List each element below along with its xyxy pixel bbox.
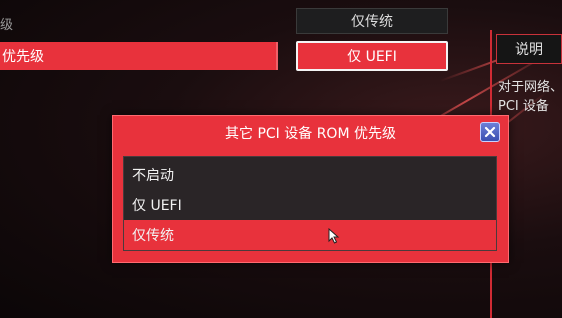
close-button[interactable] bbox=[480, 122, 500, 142]
help-text: 对于网络、 PCI 设备 bbox=[498, 80, 562, 114]
help-title: 说明 bbox=[496, 34, 562, 64]
setting-row-label: 优先级 bbox=[2, 49, 44, 65]
option-item-label: 仅传统 bbox=[132, 228, 174, 244]
option-item-legacy-only[interactable]: 仅传统 bbox=[124, 220, 496, 250]
option-dialog: 其它 PCI 设备 ROM 优先级 不启动 仅 UEFI 仅传统 bbox=[112, 115, 509, 263]
setting-value-label: 仅 UEFI bbox=[347, 49, 397, 65]
option-item-disabled[interactable]: 不启动 bbox=[124, 160, 496, 190]
option-item-uefi-only[interactable]: 仅 UEFI bbox=[124, 190, 496, 220]
option-list: 不启动 仅 UEFI 仅传统 bbox=[123, 156, 497, 251]
setting-value-legacy[interactable]: 仅传统 bbox=[296, 8, 448, 34]
close-icon bbox=[484, 126, 496, 138]
setting-label-partial: 级 bbox=[0, 18, 14, 33]
setting-value-label: 仅传统 bbox=[351, 14, 393, 30]
setting-value-selected[interactable]: 仅 UEFI bbox=[296, 41, 448, 71]
mouse-cursor-icon bbox=[328, 228, 340, 244]
setting-row-pci-rom-priority[interactable]: 优先级 bbox=[0, 42, 278, 70]
dialog-title: 其它 PCI 设备 ROM 优先级 bbox=[225, 126, 396, 142]
option-item-label: 仅 UEFI bbox=[132, 198, 182, 214]
option-item-label: 不启动 bbox=[132, 168, 174, 184]
